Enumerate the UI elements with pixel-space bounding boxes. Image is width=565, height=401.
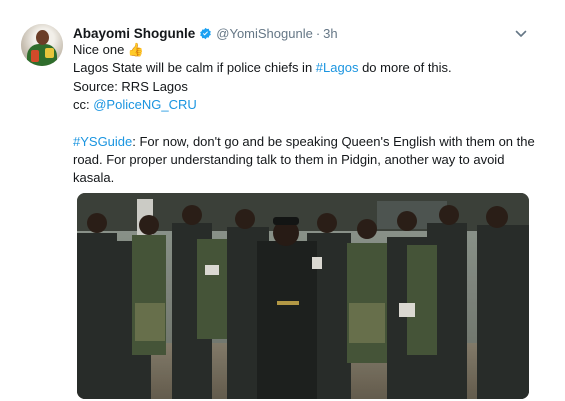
tweet-text: Nice one 👍 Lagos State will be calm if p… (73, 41, 535, 188)
tweet-media-image[interactable] (77, 193, 529, 399)
display-name[interactable]: Abayomi Shogunle (73, 26, 195, 41)
separator-dot: · (315, 25, 321, 41)
avatar[interactable] (21, 24, 63, 66)
text-line-2: Lagos State will be calm if police chief… (73, 60, 452, 76)
text-guide: #YSGuide: For now, don't go and be speak… (73, 133, 535, 186)
tweet-card: Abayomi Shogunle @YomiShogunle · 3h Nice… (0, 0, 565, 401)
hashtag-ysguide[interactable]: #YSGuide (73, 134, 132, 149)
mention-policeng-cru[interactable]: @PoliceNG_CRU (93, 97, 197, 112)
text-line-1: Nice one 👍 (73, 42, 145, 57)
timestamp[interactable]: 3h (323, 26, 337, 41)
verified-badge-icon (199, 27, 212, 40)
chevron-down-icon[interactable] (514, 27, 528, 41)
tweet-header: Abayomi Shogunle @YomiShogunle · 3h (73, 24, 338, 42)
user-handle[interactable]: @YomiShogunle (216, 26, 313, 41)
text-line-4: cc: @PoliceNG_CRU (73, 97, 197, 113)
thumbs-up-emoji: 👍 (127, 42, 145, 57)
hashtag-lagos[interactable]: #Lagos (316, 60, 359, 75)
text-line-3: Source: RRS Lagos (73, 78, 188, 94)
